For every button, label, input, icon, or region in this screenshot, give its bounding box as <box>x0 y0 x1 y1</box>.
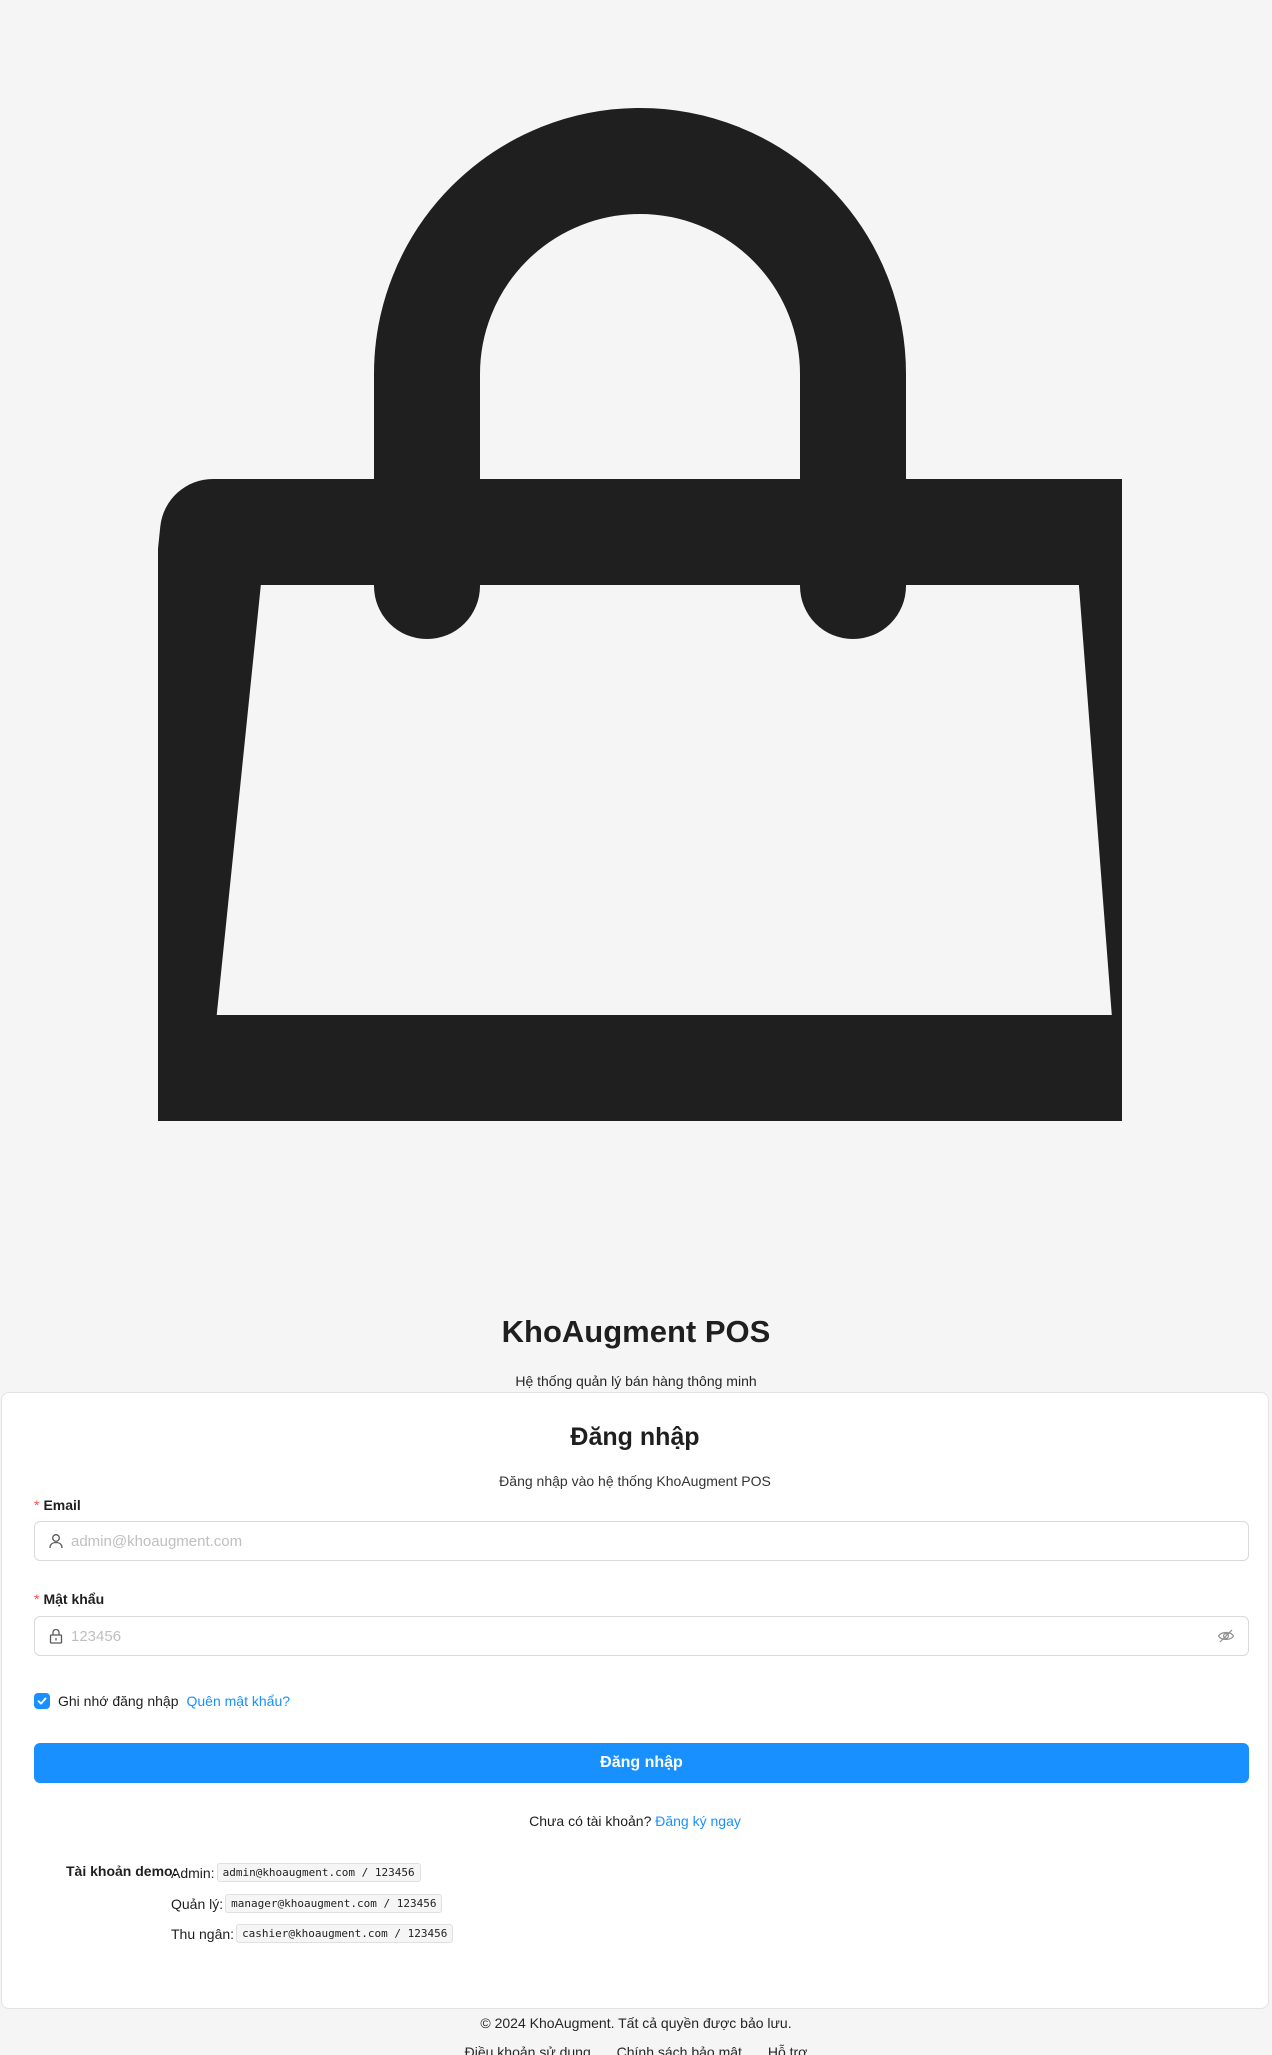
demo-credentials: manager@khoaugment.com / 123456 <box>225 1894 443 1913</box>
demo-account-row: Admin: admin@khoaugment.com / 123456 <box>171 1863 421 1882</box>
check-icon <box>37 1697 47 1705</box>
email-label: * Email <box>34 1497 81 1513</box>
demo-role: Quản lý: <box>171 1895 224 1912</box>
remember-checkbox[interactable] <box>34 1693 50 1709</box>
lock-icon <box>47 1627 65 1645</box>
register-row: Chưa có tài khoản? Đăng ký ngay <box>2 1813 1268 1829</box>
terms-link[interactable]: Điều khoản sử dụng <box>465 2044 591 2055</box>
eye-invisible-icon[interactable] <box>1216 1626 1236 1646</box>
login-title: Đăng nhập <box>570 1423 700 1451</box>
required-marker: * <box>34 1591 40 1607</box>
support-link[interactable]: Hỗ trợ <box>768 2044 808 2055</box>
register-link[interactable]: Đăng ký ngay <box>655 1813 741 1829</box>
forgot-password-link[interactable]: Quên mật khẩu? <box>187 1693 291 1709</box>
login-button[interactable]: Đăng nhập <box>34 1743 1249 1783</box>
demo-role: Admin: <box>171 1864 215 1881</box>
email-field[interactable] <box>71 1522 1248 1560</box>
demo-account-row: Quản lý: manager@khoaugment.com / 123456 <box>171 1894 443 1913</box>
register-prompt: Chưa có tài khoản? <box>529 1813 652 1829</box>
user-icon <box>47 1532 65 1550</box>
demo-account-row: Thu ngân: cashier@khoaugment.com / 12345… <box>171 1924 454 1943</box>
demo-credentials: cashier@khoaugment.com / 123456 <box>236 1924 454 1943</box>
password-field[interactable] <box>71 1617 1216 1655</box>
demo-role: Thu ngân: <box>171 1925 235 1942</box>
logo-area <box>0 0 1272 1280</box>
email-field-wrapper[interactable] <box>34 1521 1249 1561</box>
footer-copyright: © 2024 KhoAugment. Tất cả quyền được bảo… <box>480 2015 792 2031</box>
login-card: Đăng nhập Đăng nhập vào hệ thống KhoAugm… <box>1 1392 1269 2009</box>
footer-links: Điều khoản sử dụng Chính sách bảo mật Hỗ… <box>0 2044 1272 2055</box>
demo-accounts-title: Tài khoản demo: <box>66 1863 178 1879</box>
app-title: KhoAugment POS <box>501 1314 771 1349</box>
remember-label[interactable]: Ghi nhớ đăng nhập <box>58 1693 179 1709</box>
app-subtitle: Hệ thống quản lý bán hàng thông minh <box>515 1373 757 1389</box>
remember-row: Ghi nhớ đăng nhập Quên mật khẩu? <box>34 1691 290 1711</box>
required-marker: * <box>34 1497 40 1513</box>
password-label: * Mật khẩu <box>34 1591 105 1607</box>
password-field-wrapper[interactable] <box>34 1616 1249 1656</box>
privacy-link[interactable]: Chính sách bảo mật <box>617 2044 742 2055</box>
shopping-bag-icon <box>158 108 1122 1121</box>
login-subtitle: Đăng nhập vào hệ thống KhoAugment POS <box>499 1473 771 1489</box>
login-page: KhoAugment POS Hệ thống quản lý bán hàng… <box>0 0 1272 2055</box>
demo-credentials: admin@khoaugment.com / 123456 <box>216 1863 421 1882</box>
